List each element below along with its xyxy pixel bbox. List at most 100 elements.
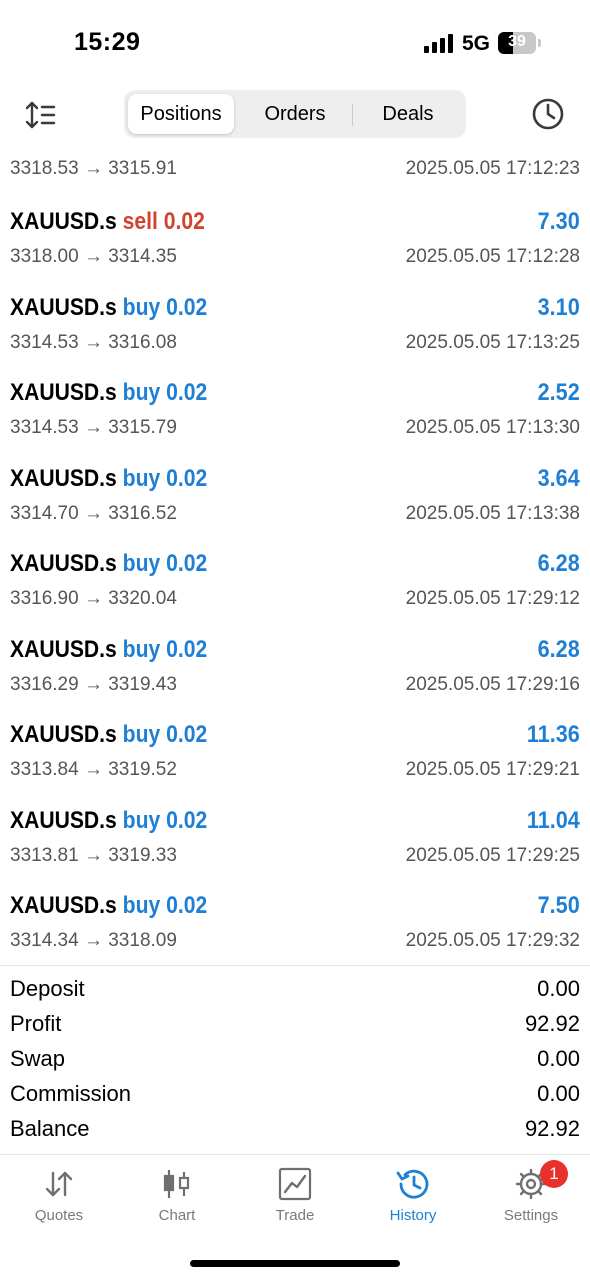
- deal-prices: 3316.90 → 3320.04: [10, 588, 177, 609]
- deal-profit: 11.04: [527, 806, 580, 834]
- deal-symbol: XAUUSD.s: [10, 806, 117, 834]
- tab-chart[interactable]: Chart: [118, 1167, 236, 1237]
- deal-prices: 3314.53 → 3316.08: [10, 331, 177, 353]
- summary-deposit: Deposit 0.00: [0, 966, 590, 1001]
- tab-label: Quotes: [34, 1207, 84, 1224]
- signal-icon: [424, 33, 454, 53]
- sort-icon: [25, 101, 56, 129]
- list-item[interactable]: XAUUSD.s buy 0.02 11.04 3313.81 → 3319.3…: [0, 799, 590, 885]
- tab-label: Trade: [275, 1207, 315, 1224]
- battery-tip: [538, 39, 541, 47]
- status-bar: 15:29 5G 39: [0, 0, 590, 88]
- deal-title: XAUUSD.s buy 0.02: [10, 550, 207, 578]
- deal-time: 2025.05.05 17:29:25: [405, 844, 580, 866]
- list-item[interactable]: XAUUSD.s buy 0.02 3.64 3314.70 → 3316.52…: [0, 457, 590, 543]
- tab-label: Settings: [503, 1207, 559, 1224]
- tab-history[interactable]: History: [354, 1167, 472, 1237]
- deal-profit: 6.28: [537, 635, 580, 663]
- summary-commission: Commission 0.00: [0, 1071, 590, 1106]
- tab-label: History: [389, 1207, 437, 1224]
- chart-icon: [163, 1170, 190, 1198]
- deal-symbol: XAUUSD.s: [10, 635, 117, 663]
- history-list: 3318.53 → 3315.91 2025.05.05 17:12:23 XA…: [0, 152, 590, 970]
- home-indicator[interactable]: [190, 1260, 400, 1267]
- deal-profit: 11.36: [527, 721, 580, 748]
- list-item[interactable]: XAUUSD.s buy 0.02 2.52 3314.53 → 3315.79…: [0, 371, 590, 457]
- summary-balance: Balance 92.92: [0, 1106, 590, 1141]
- deal-prices: 3318.53 → 3315.91: [10, 158, 177, 179]
- deal-title: XAUUSD.s buy 0.02: [10, 636, 207, 664]
- clock-icon: [532, 98, 564, 130]
- deal-symbol: XAUUSD.s: [10, 464, 117, 492]
- deal-prices: 3314.53 → 3315.79: [10, 417, 177, 438]
- deal-title: XAUUSD.s buy 0.02: [10, 465, 207, 493]
- network-type: 5G: [462, 32, 491, 55]
- battery-icon: 39: [498, 32, 536, 54]
- summary-label: Balance: [10, 1116, 90, 1141]
- deal-time: 2025.05.05 17:13:30: [405, 417, 580, 438]
- period-button[interactable]: [530, 96, 566, 132]
- deal-title: XAUUSD.s buy 0.02: [10, 294, 207, 322]
- list-item[interactable]: XAUUSD.s sell 0.02 7.30 3318.00 → 3314.3…: [0, 200, 590, 286]
- settings-badge: 1: [540, 1160, 568, 1188]
- tab-deals[interactable]: Deals: [354, 94, 462, 134]
- status-time: 15:29: [74, 28, 141, 56]
- deal-profit: 3.10: [537, 293, 580, 321]
- summary-value: 0.00: [537, 1046, 580, 1071]
- deal-title: XAUUSD.s sell 0.02: [10, 208, 205, 236]
- deal-profit: 2.52: [537, 379, 580, 406]
- list-item[interactable]: 3318.53 → 3315.91 2025.05.05 17:12:23: [0, 152, 590, 200]
- deal-symbol: XAUUSD.s: [10, 892, 117, 919]
- summary-panel: Deposit 0.00 Profit 92.92 Swap 0.00 Comm…: [0, 965, 590, 1141]
- deal-time: 2025.05.05 17:29:16: [405, 673, 580, 695]
- deal-prices: 3314.34 → 3318.09: [10, 930, 177, 951]
- list-item[interactable]: XAUUSD.s buy 0.02 11.36 3313.84 → 3319.5…: [0, 713, 590, 799]
- deal-side: buy 0.02: [122, 379, 208, 406]
- summary-label: Deposit: [10, 976, 85, 1001]
- deal-time: 2025.05.05 17:12:23: [405, 158, 580, 179]
- battery-level: 39: [508, 33, 526, 50]
- deal-symbol: XAUUSD.s: [10, 721, 117, 748]
- tab-label: Chart: [158, 1207, 196, 1224]
- summary-label: Commission: [10, 1081, 132, 1106]
- deal-symbol: XAUUSD.s: [10, 550, 117, 577]
- deal-prices: 3318.00 → 3314.35: [10, 246, 177, 267]
- deal-time: 2025.05.05 17:13:38: [405, 502, 580, 524]
- tab-orders[interactable]: Orders: [238, 94, 352, 134]
- summary-profit: Profit 92.92: [0, 1001, 590, 1036]
- deal-prices: 3316.29 → 3319.43: [10, 673, 177, 695]
- tab-settings[interactable]: Settings: [472, 1167, 590, 1237]
- sort-button[interactable]: [22, 98, 62, 132]
- deal-profit: 7.50: [537, 892, 580, 919]
- deal-prices: 3314.70 → 3316.52: [10, 502, 177, 524]
- tab-quotes[interactable]: Quotes: [0, 1167, 118, 1237]
- deal-side: buy 0.02: [122, 721, 208, 748]
- deal-profit: 6.28: [537, 550, 580, 577]
- deal-side: buy 0.02: [122, 464, 208, 492]
- tab-trade[interactable]: Trade: [236, 1167, 354, 1237]
- list-item[interactable]: XAUUSD.s buy 0.02 6.28 3316.90 → 3320.04…: [0, 542, 590, 628]
- quotes-icon: [45, 1171, 73, 1197]
- deal-time: 2025.05.05 17:12:28: [405, 246, 580, 267]
- deal-profit: 3.64: [537, 464, 580, 492]
- list-item[interactable]: XAUUSD.s buy 0.02 7.50 3314.34 → 3318.09…: [0, 884, 590, 970]
- deal-profit: 7.30: [537, 208, 580, 235]
- deal-time: 2025.05.05 17:13:25: [405, 331, 580, 353]
- deal-symbol: XAUUSD.s: [10, 293, 117, 321]
- deal-title: XAUUSD.s buy 0.02: [10, 807, 207, 835]
- deal-side: buy 0.02: [122, 550, 208, 577]
- deal-time: 2025.05.05 17:29:12: [405, 588, 580, 609]
- summary-value: 0.00: [537, 1081, 580, 1106]
- trade-icon: [278, 1167, 312, 1201]
- summary-swap: Swap 0.00: [0, 1036, 590, 1071]
- tab-positions[interactable]: Positions: [128, 94, 234, 134]
- list-item[interactable]: XAUUSD.s buy 0.02 3.10 3314.53 → 3316.08…: [0, 286, 590, 372]
- deal-side: buy 0.02: [122, 293, 208, 321]
- deal-title: XAUUSD.s buy 0.02: [10, 721, 207, 749]
- list-item[interactable]: XAUUSD.s buy 0.02 6.28 3316.29 → 3319.43…: [0, 628, 590, 714]
- summary-value: 92.92: [524, 1011, 580, 1036]
- summary-value: 92.92: [524, 1116, 580, 1141]
- deal-prices: 3313.84 → 3319.52: [10, 759, 177, 780]
- deal-symbol: XAUUSD.s: [10, 379, 117, 406]
- deal-title: XAUUSD.s buy 0.02: [10, 379, 207, 407]
